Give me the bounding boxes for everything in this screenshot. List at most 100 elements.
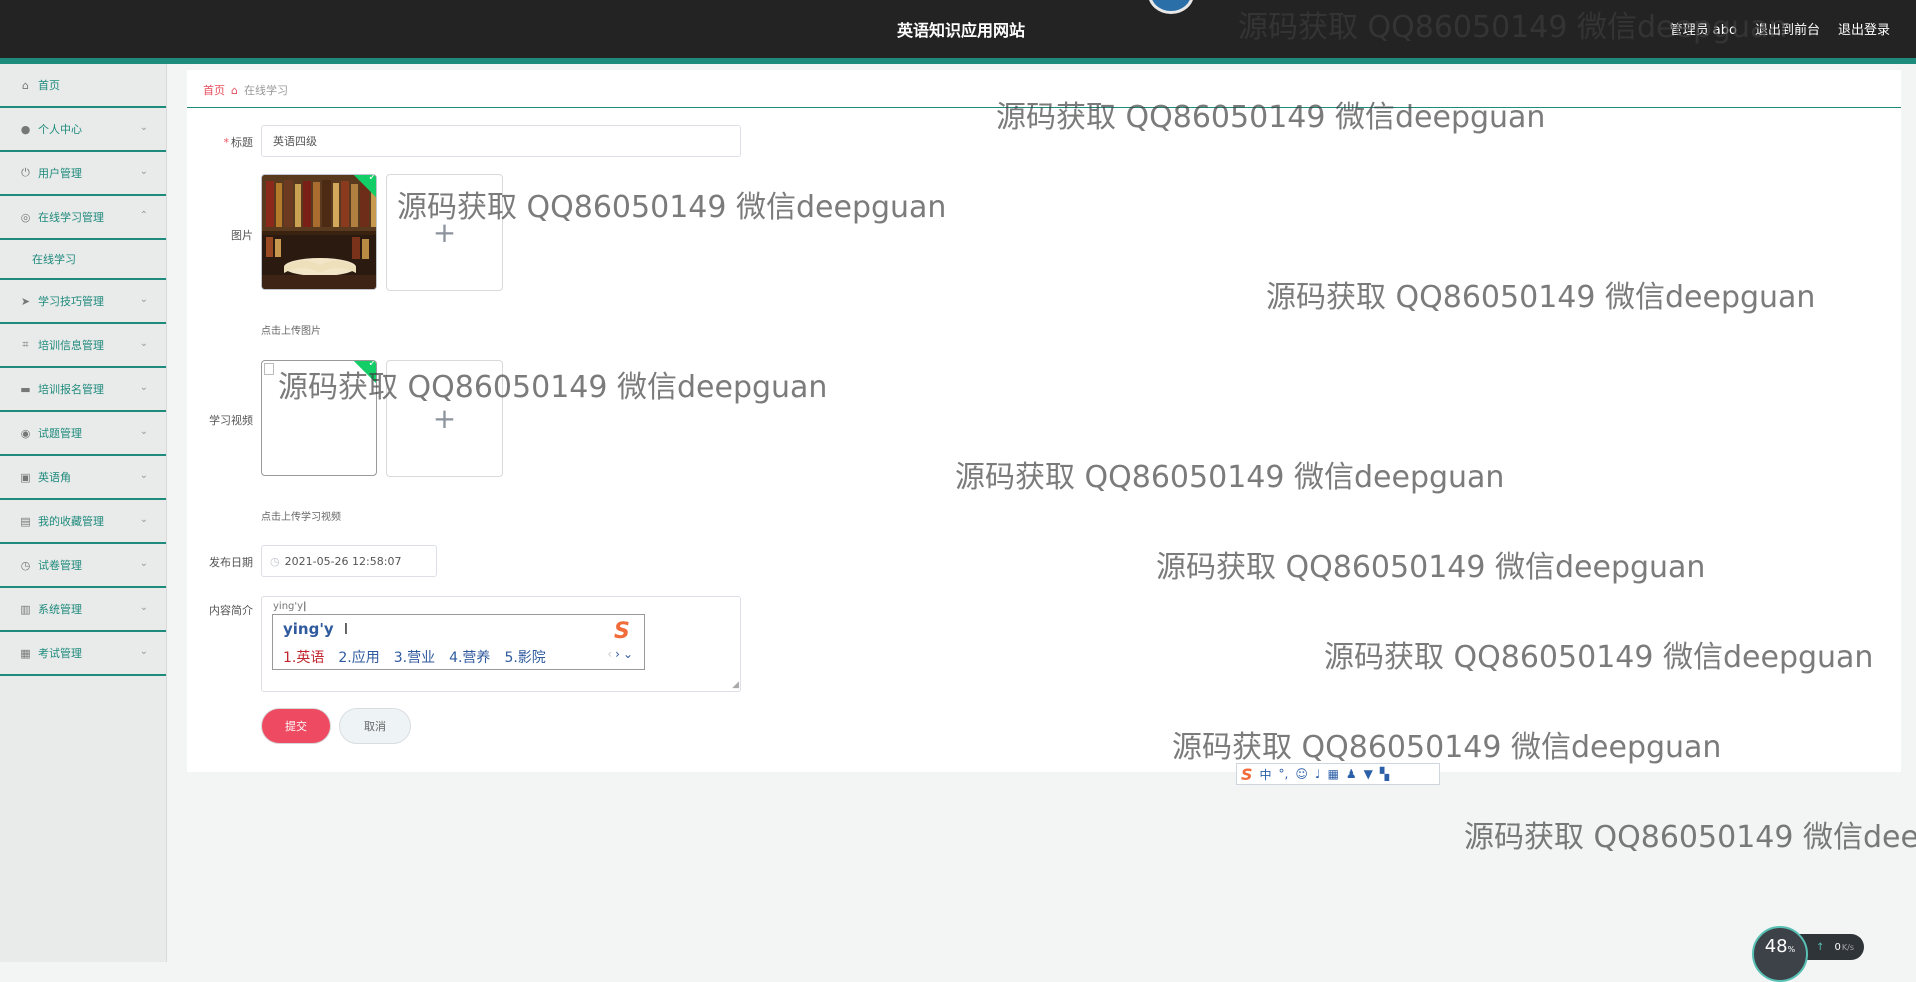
intro-text: ying'y	[273, 601, 304, 612]
breadcrumb-home[interactable]: 首页	[203, 82, 225, 98]
usage-percent-unit: %	[1787, 945, 1796, 954]
sidebar-item-label: 考试管理	[38, 647, 82, 660]
user-icon: ●	[20, 122, 31, 136]
broken-image-icon	[264, 363, 274, 375]
network-speed-widget[interactable]: ↑ 0 K/s 48%	[1752, 926, 1872, 982]
sidebar-subitem-online-learning[interactable]: 在线学习	[0, 240, 166, 280]
chevron-down-icon: ⌄	[139, 382, 148, 393]
chevron-down-icon[interactable]: ⌄	[623, 647, 636, 661]
intro-label: 内容简介	[209, 604, 253, 617]
sidebar-item-user-management[interactable]: ⏻ 用户管理 ⌄	[0, 152, 166, 196]
chevron-right-icon[interactable]: ›	[615, 647, 623, 661]
skin-icon[interactable]: ▼	[1364, 767, 1373, 781]
sidebar-item-label: 首页	[38, 79, 60, 92]
chevron-down-icon: ⌄	[139, 558, 148, 569]
sidebar-item-label: 培训报名管理	[38, 383, 104, 396]
breadcrumb-current: 在线学习	[243, 84, 288, 97]
checklist-icon: ▦	[20, 646, 31, 660]
video-upload-hint: 点击上传学习视频	[261, 512, 341, 523]
resize-handle-icon[interactable]: ◢	[732, 680, 739, 690]
chevron-down-icon: ⌄	[139, 166, 148, 177]
sidebar-item-study-tips-management[interactable]: ➤ 学习技巧管理 ⌄	[0, 280, 166, 324]
sidebar: ⌂ 首页 ● 个人中心 ⌄ ⏻ 用户管理 ⌄ ◎ 在线学习管理 ⌃ 在线学习 ➤ 学习技巧管理 ⌄…	[0, 64, 167, 962]
image-upload-button[interactable]: +	[386, 174, 503, 291]
house-icon: ⌂	[231, 83, 238, 97]
submit-button[interactable]: 提交	[261, 708, 331, 744]
check-icon: ✓	[368, 360, 377, 369]
date-picker[interactable]: ◷ 2021-05-26 12:58:07	[261, 545, 437, 577]
text-cursor-icon: I	[343, 620, 349, 638]
check-icon: ✓	[368, 174, 377, 183]
top-navbar: 英语知识应用网站 管理员 abo 退出到前台 退出登录	[0, 0, 1916, 58]
title-label: * 标题	[187, 134, 254, 150]
ime-status-toolbar: S 中 °, ☺ ♩ ▦ ♟ ▼ ▚	[1236, 763, 1440, 785]
target-icon: ◉	[20, 426, 31, 440]
ime-candidate[interactable]: 4.营养	[449, 647, 490, 667]
uploaded-image-thumbnail[interactable]: ✓	[261, 174, 377, 290]
emoji-icon[interactable]: ☺	[1295, 767, 1308, 781]
sidebar-item-favorites-management[interactable]: ▤ 我的收藏管理 ⌄	[0, 500, 166, 544]
ime-pinyin: ying'y	[283, 620, 334, 638]
breadcrumb: 首页 ⌂ 在线学习	[203, 82, 288, 98]
punctuation-icon[interactable]: °,	[1279, 767, 1289, 781]
sidebar-item-exam-management[interactable]: ▦ 考试管理 ⌄	[0, 632, 166, 676]
logout-link[interactable]: 退出登录	[1838, 19, 1890, 38]
power-icon: ⏻	[21, 166, 30, 179]
sidebar-item-personal-center[interactable]: ● 个人中心 ⌄	[0, 108, 166, 152]
sidebar-item-label: 用户管理	[38, 167, 82, 180]
sidebar-item-online-learning-management[interactable]: ◎ 在线学习管理 ⌃	[0, 196, 166, 240]
sidebar-item-english-corner[interactable]: ▣ 英语角 ⌄	[0, 456, 166, 500]
chevron-down-icon: ⌄	[139, 426, 148, 437]
sogou-logo-icon[interactable]: S	[1241, 765, 1253, 784]
crop-icon: ⌗	[22, 338, 29, 351]
microphone-icon[interactable]: ♩	[1315, 767, 1321, 781]
title-input[interactable]: 英语四级	[261, 125, 741, 157]
sogou-logo-icon: S	[614, 619, 630, 644]
chevron-down-icon: ⌄	[139, 294, 148, 305]
ime-candidate[interactable]: 2.应用	[338, 647, 379, 667]
ime-candidate[interactable]: 1.英语	[283, 647, 324, 667]
text-caret: |	[303, 601, 307, 612]
ime-mode-toggle[interactable]: 中	[1260, 766, 1272, 783]
image-upload-hint: 点击上传图片	[261, 326, 321, 337]
user-icon[interactable]: ♟	[1346, 767, 1357, 781]
sidebar-item-training-signup-management[interactable]: ▬ 培训报名管理 ⌄	[0, 368, 166, 412]
uploaded-video-thumbnail[interactable]: ✓	[261, 360, 377, 476]
chevron-down-icon: ⌄	[139, 514, 148, 525]
library-books-image	[262, 175, 376, 289]
sidebar-item-label: 试卷管理	[38, 559, 82, 572]
image-label: 图片	[231, 229, 253, 242]
speed-value: 0	[1834, 941, 1841, 953]
sidebar-item-home[interactable]: ⌂ 首页	[0, 64, 166, 108]
book-icon: ▤	[20, 514, 31, 528]
chevron-down-icon: ⌄	[139, 122, 148, 133]
chevron-left-icon[interactable]: ‹	[607, 647, 615, 661]
sidebar-item-training-info-management[interactable]: ⌗ 培训信息管理 ⌄	[0, 324, 166, 368]
keyboard-icon[interactable]: ▦	[1328, 767, 1339, 781]
sidebar-item-exam-paper-management[interactable]: ◷ 试卷管理 ⌄	[0, 544, 166, 588]
upload-arrow-icon: ↑	[1816, 941, 1825, 953]
toolbox-icon[interactable]: ▚	[1380, 767, 1389, 781]
sidebar-item-label: 培训信息管理	[38, 339, 104, 352]
sidebar-item-label: 在线学习管理	[38, 211, 104, 224]
ime-candidate[interactable]: 5.影院	[504, 647, 545, 667]
ime-candidate[interactable]: 3.营业	[394, 647, 435, 667]
ime-candidates: 1.英语 2.应用 3.营业 4.营养 5.影院	[283, 647, 546, 667]
site-title: 英语知识应用网站	[897, 21, 1026, 40]
to-frontend-link[interactable]: 退出到前台	[1755, 19, 1820, 38]
ime-page-arrows[interactable]: ‹›⌄	[607, 647, 636, 661]
comment-icon: ▬	[20, 382, 31, 396]
ime-composition-text: ying'y I	[283, 620, 348, 638]
dashboard-icon: ◎	[20, 210, 31, 224]
avatar	[1148, 0, 1194, 14]
clock-icon: ◷	[270, 554, 280, 568]
sidebar-item-system-management[interactable]: ▥ 系统管理 ⌄	[0, 588, 166, 632]
video-upload-button[interactable]: +	[386, 360, 503, 477]
required-mark: *	[223, 136, 230, 149]
speed-unit: K/s	[1841, 942, 1854, 952]
cancel-button[interactable]: 取消	[339, 708, 411, 744]
usage-percent: 48	[1764, 936, 1788, 957]
sidebar-item-label: 个人中心	[38, 123, 82, 136]
sidebar-item-label: 英语角	[38, 471, 71, 484]
sidebar-item-question-management[interactable]: ◉ 试题管理 ⌄	[0, 412, 166, 456]
